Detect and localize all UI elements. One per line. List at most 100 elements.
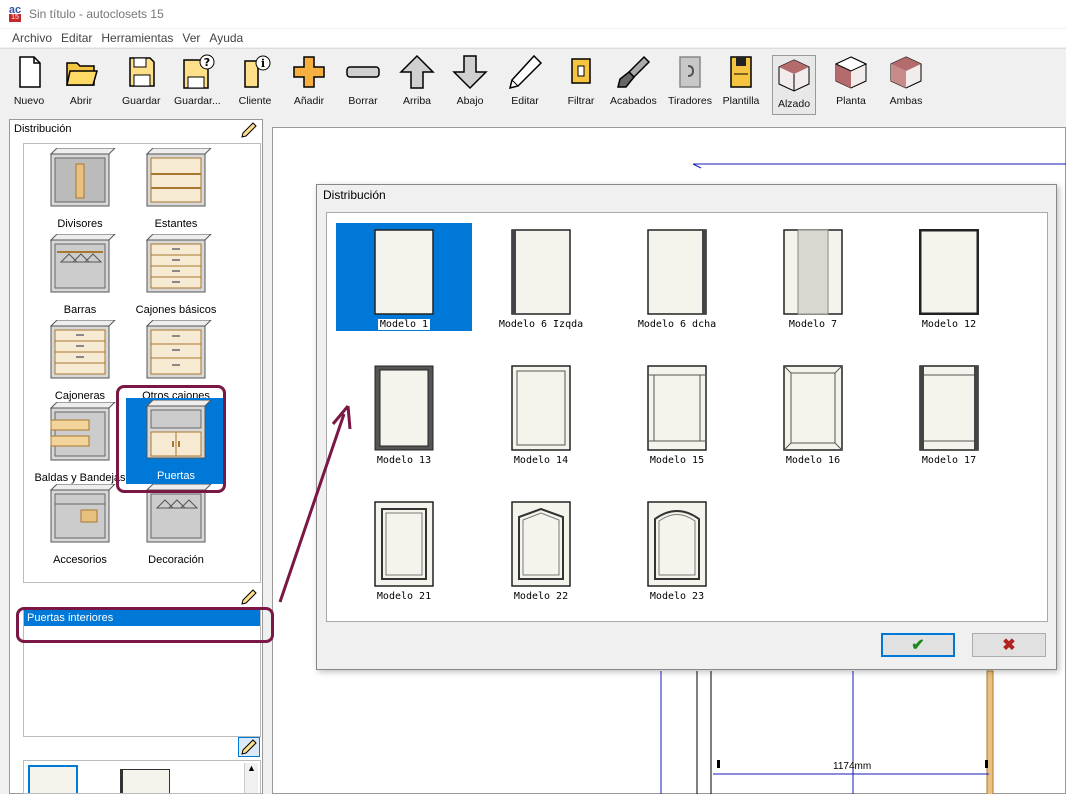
door-model-12[interactable]: Modelo 12 [881,223,1017,330]
save-button[interactable]: Guardar [122,53,161,111]
elevation-cube-icon [778,59,810,92]
distribution-dialog: Distribución Modelo 1 Modelo 6 Izqda Mod… [316,184,1057,670]
category-divisores[interactable]: Divisores [32,147,128,230]
door-modelo-6-dcha-icon [647,229,707,315]
door-model-22[interactable]: Modelo 22 [473,495,609,602]
add-button[interactable]: Añadir [290,53,328,111]
new-document-icon [19,56,41,88]
new-button[interactable]: Nuevo [10,53,48,111]
elevation-button[interactable]: Alzado [772,55,816,115]
door-modelo-15-icon [647,365,707,451]
door-modelo-6-izqda-icon [511,229,571,315]
door-modelo-1-icon [374,229,434,315]
handles-button[interactable]: Tiradores [668,53,712,111]
svg-text:?: ? [204,56,210,69]
down-button[interactable]: Abajo [451,53,489,111]
save-as-button[interactable]: ? Guardar... [174,53,221,111]
filter-button[interactable]: Filtrar [562,53,600,111]
cajoneras-thumbnail-icon [49,319,117,379]
client-button[interactable]: i Cliente [236,53,274,111]
scrollbar[interactable]: ▲ [244,763,258,793]
decoracion-thumbnail-icon [145,483,213,543]
door-modelo-17-icon [919,365,979,451]
save-disk-icon [129,57,156,87]
distribution-group-title: Distribución [14,123,72,135]
door-model-1[interactable]: Modelo 1 [336,223,472,331]
door-model-14[interactable]: Modelo 14 [473,359,609,466]
pencil-icon [241,739,257,755]
model-thumb-selected[interactable] [28,765,78,793]
door-modelo-23-icon [647,501,707,587]
svg-text:i: i [261,57,265,70]
menu-ver[interactable]: Ver [182,31,200,45]
pencil-icon [241,122,257,138]
ok-button[interactable]: ✔ [881,633,955,657]
close-x-icon: ✖ [1002,637,1016,654]
category-barras[interactable]: Barras [32,233,128,316]
add-plus-icon [293,56,325,88]
app-logo-icon: ac 15 [8,4,22,22]
plan-cube-icon [834,56,868,89]
edit-button[interactable]: Editar [506,53,544,111]
door-model-6-izqda[interactable]: Modelo 6 Izqda [473,223,609,330]
door-model-15[interactable]: Modelo 15 [609,359,745,466]
cancel-button[interactable]: ✖ [972,633,1046,657]
category-accesorios[interactable]: Accesorios [32,483,128,566]
barras-thumbnail-icon [49,233,117,293]
up-button[interactable]: Arriba [398,53,436,111]
estantes-thumbnail-icon [145,147,213,207]
door-modelo-14-icon [511,365,571,451]
door-model-7[interactable]: Modelo 7 [745,223,881,330]
category-decoracion[interactable]: Decoración [128,483,224,566]
arrow-up-icon [399,54,435,89]
door-modelo-16-icon [783,365,843,451]
annotation-highlight-puertas [116,385,226,493]
open-folder-icon [66,62,98,86]
category-cajoneras[interactable]: Cajoneras [32,319,128,402]
door-modelo-12-icon [919,229,979,315]
delete-button[interactable]: Borrar [344,53,382,111]
door-modelo-13-icon [374,365,434,451]
filter-icon [571,58,591,84]
door-model-16[interactable]: Modelo 16 [745,359,881,466]
accesorios-thumbnail-icon [49,483,117,543]
finishes-button[interactable]: Acabados [610,53,657,111]
category-grid: Divisores Estantes Barras Cajones básico… [23,143,261,583]
finishes-brush-icon [617,55,651,88]
category-cajones-basicos[interactable]: Cajones básicos [128,233,224,316]
edit-subitems-button[interactable] [238,587,260,607]
client-icon: i [244,55,271,88]
template-button[interactable]: Plantilla [722,53,760,111]
menu-bar: Archivo Editar Herramientas Ver Ayuda [0,29,1066,47]
door-modelo-7-icon [783,229,843,315]
door-model-23[interactable]: Modelo 23 [609,495,745,602]
annotation-arrow-icon [278,405,352,603]
open-button[interactable]: Abrir [62,53,100,111]
edit-models-button[interactable] [238,737,260,757]
menu-archivo[interactable]: Archivo [12,31,52,45]
door-model-grid: Modelo 1 Modelo 6 Izqda Modelo 6 dcha Mo… [326,212,1048,622]
arrow-down-icon [452,55,488,90]
menu-herramientas[interactable]: Herramientas [101,31,173,45]
handles-icon [679,56,701,88]
edit-pencil-icon [508,54,543,90]
model-thumbnail-strip: ▲ [23,760,261,794]
both-cube-icon [890,56,922,89]
scroll-up-icon[interactable]: ▲ [245,763,258,773]
category-estantes[interactable]: Estantes [128,147,224,230]
door-model-6-dcha[interactable]: Modelo 6 dcha [609,223,745,330]
model-thumb[interactable] [120,769,170,793]
title-bar: ac 15 Sin título - autoclosets 15 [0,0,1066,28]
door-model-17[interactable]: Modelo 17 [881,359,1017,466]
category-baldas-bandejas[interactable]: Baldas y Bandejas [32,401,128,484]
plan-button[interactable]: Planta [832,53,870,111]
menu-editar[interactable]: Editar [61,31,92,45]
delete-minus-icon [346,66,380,78]
both-button[interactable]: Ambas [887,53,925,111]
dimension-label: 1174mm [833,761,872,772]
dialog-title: Distribución [323,188,386,202]
cajones-basicos-thumbnail-icon [145,233,213,293]
divisores-thumbnail-icon [49,147,117,207]
menu-ayuda[interactable]: Ayuda [209,31,243,45]
edit-categories-button[interactable] [238,120,260,140]
